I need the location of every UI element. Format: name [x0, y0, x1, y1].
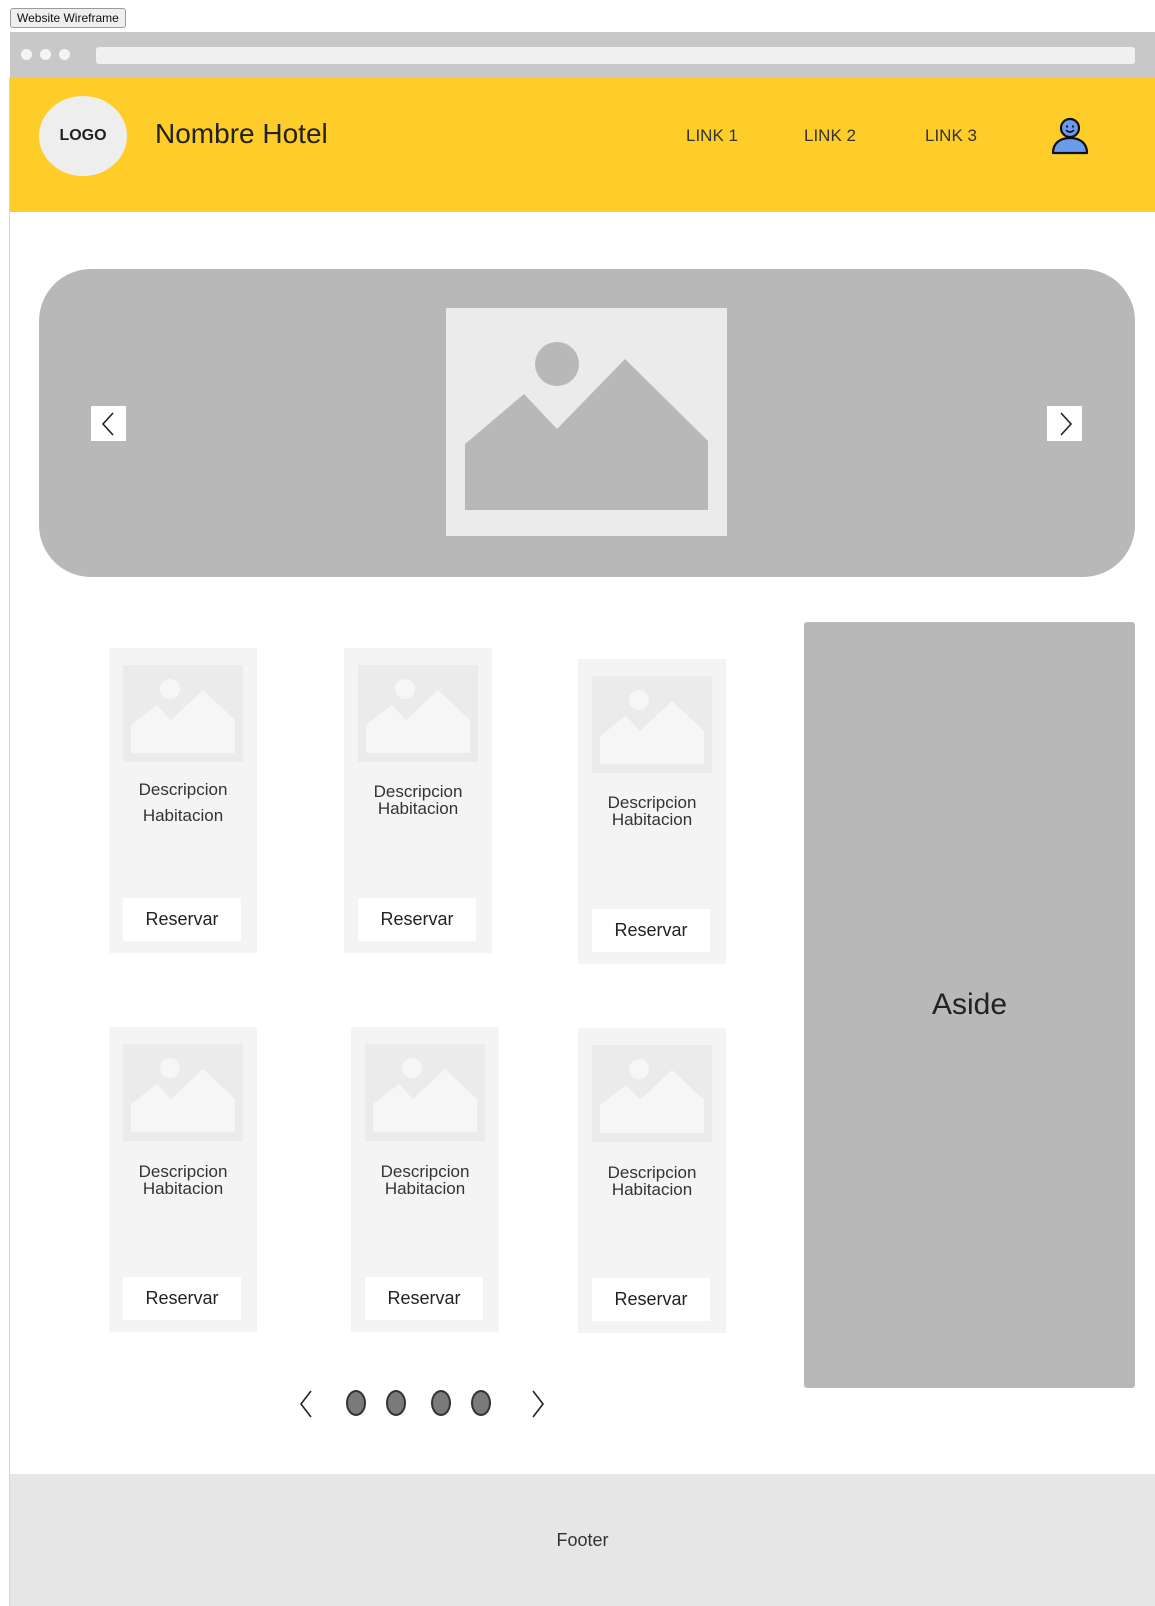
image-placeholder-icon: [358, 665, 478, 762]
reservar-button[interactable]: Reservar: [592, 909, 710, 952]
carousel-prev-button[interactable]: [91, 406, 126, 441]
pagination-dot[interactable]: [386, 1390, 406, 1416]
image-placeholder-icon: [365, 1044, 485, 1141]
site-footer: Footer: [10, 1474, 1155, 1606]
window-dot: [59, 49, 70, 60]
reservar-button[interactable]: Reservar: [365, 1277, 483, 1320]
room-card: Descripcion Habitacion Reservar: [578, 659, 726, 964]
nav-link-2[interactable]: LINK 2: [804, 126, 856, 146]
carousel-next-button[interactable]: [1047, 406, 1082, 441]
room-card: Descripcion Habitacion Reservar: [351, 1027, 499, 1332]
room-description: Descripcion Habitacion: [607, 793, 697, 829]
reservar-button[interactable]: Reservar: [358, 898, 476, 941]
pagination-dot[interactable]: [471, 1390, 491, 1416]
logo[interactable]: LOGO: [39, 96, 127, 176]
image-placeholder-icon: [123, 665, 243, 762]
site-title: Nombre Hotel: [155, 118, 328, 149]
room-description: Descripcion Habitacion: [373, 782, 463, 818]
user-icon[interactable]: [1050, 116, 1090, 156]
chevron-left-icon: [101, 411, 114, 436]
reservar-button[interactable]: Reservar: [592, 1278, 710, 1321]
reservar-button[interactable]: Reservar: [123, 898, 241, 941]
window-dot: [40, 49, 51, 60]
pagination-next-icon[interactable]: [526, 1387, 548, 1421]
frame-label: Website Wireframe: [10, 8, 126, 28]
window-dot: [21, 49, 32, 60]
pagination-dot[interactable]: [431, 1390, 451, 1416]
room-card: Descripcion Habitacion Reservar: [109, 648, 257, 953]
room-card: Descripcion Habitacion Reservar: [344, 648, 492, 953]
aside-panel: Aside: [804, 622, 1135, 1388]
image-placeholder-icon: [446, 308, 727, 536]
room-card: Descripcion Habitacion Reservar: [109, 1027, 257, 1332]
image-placeholder-icon: [123, 1044, 243, 1141]
site-header: LOGO Nombre Hotel LINK 1 LINK 2 LINK 3: [10, 78, 1155, 212]
reservar-button[interactable]: Reservar: [123, 1277, 241, 1320]
pagination-dot[interactable]: [346, 1390, 366, 1416]
nav-link-3[interactable]: LINK 3: [925, 126, 977, 146]
room-description: Descripcion Habitacion: [380, 1162, 470, 1198]
room-description: Descripcion Habitacion: [138, 1162, 228, 1198]
chevron-right-icon: [1059, 411, 1072, 436]
image-placeholder-icon: [592, 676, 712, 773]
room-description: Descripcion Habitacion: [607, 1163, 697, 1199]
room-description: Descripcion Habitacion: [138, 780, 228, 825]
address-bar[interactable]: [96, 47, 1135, 64]
pagination-prev-icon[interactable]: [296, 1387, 318, 1421]
image-placeholder-icon: [592, 1045, 712, 1142]
room-card: Descripcion Habitacion Reservar: [578, 1028, 726, 1333]
browser-toolbar: [10, 32, 1155, 78]
nav-link-1[interactable]: LINK 1: [686, 126, 738, 146]
